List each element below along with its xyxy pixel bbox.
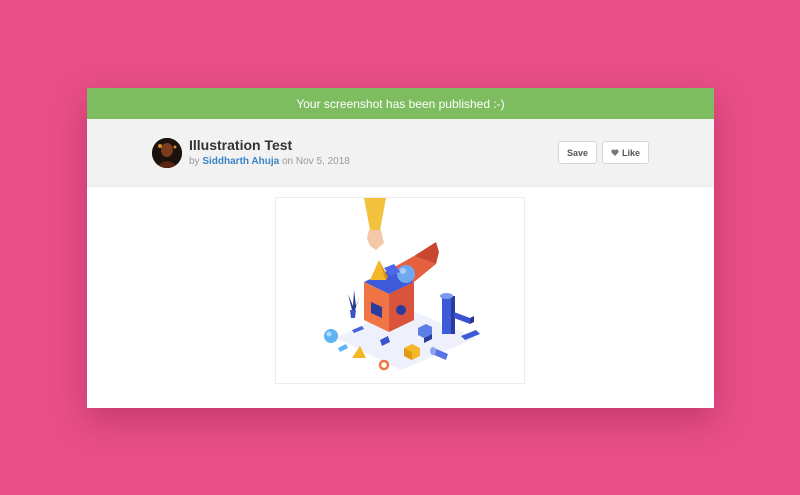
heart-icon xyxy=(611,148,619,158)
like-label: Like xyxy=(621,147,640,158)
shot-card: Your screenshot has been published :-) I… xyxy=(87,88,714,408)
shot-date: Nov 5, 2018 xyxy=(295,156,350,167)
save-label: Save xyxy=(566,147,589,158)
publish-message: Your screenshot has been published :-) xyxy=(296,96,505,111)
like-button[interactable]: Like xyxy=(602,141,649,164)
avatar[interactable] xyxy=(152,138,182,168)
by-label: by xyxy=(189,156,200,167)
save-button[interactable]: Save xyxy=(558,141,597,164)
shot-title: Illustration Test xyxy=(189,137,293,153)
shot-content xyxy=(87,187,714,408)
on-label: on xyxy=(281,156,294,167)
shot-image[interactable] xyxy=(275,197,525,384)
author-link[interactable]: Siddharth Ahuja xyxy=(202,156,279,167)
shot-meta: by Siddharth Ahuja on Nov 5, 2018 xyxy=(189,156,350,167)
shot-header: Illustration Test by Siddharth Ahuja on … xyxy=(87,119,714,187)
isometric-illustration xyxy=(324,198,480,371)
publish-banner: Your screenshot has been published :-) xyxy=(87,88,714,119)
